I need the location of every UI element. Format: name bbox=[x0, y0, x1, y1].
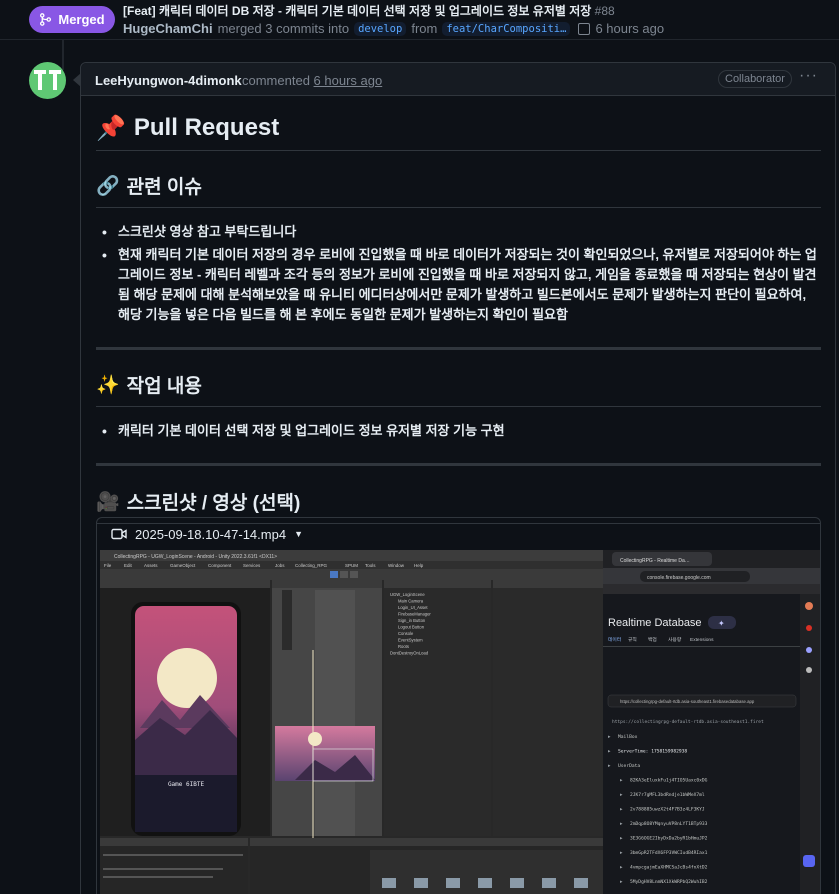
pushpin-icon: 📌 bbox=[96, 114, 126, 142]
db-row: UserData bbox=[618, 763, 640, 769]
pr-title-text[interactable]: [Feat] 캐릭터 데이터 DB 저장 - 캐릭터 기본 데이터 선택 저장 … bbox=[123, 4, 591, 18]
db-row: ServerTime: 1758159982938 bbox=[618, 749, 687, 755]
video-header[interactable]: 2025-09-18.10-47-14.mp4 ▼ bbox=[97, 518, 820, 550]
comment-author[interactable]: LeeHyungwon-4dimonk bbox=[95, 73, 242, 88]
work-heading-text: 작업 내용 bbox=[126, 376, 202, 397]
head-branch[interactable]: feat/CharCompositi… bbox=[442, 21, 571, 36]
sparkle-icon: ✦ bbox=[718, 619, 725, 628]
video-screenshot: CollectingRPG - UGW_LoginScene - Android… bbox=[100, 550, 820, 894]
video-icon bbox=[111, 528, 127, 540]
hierarchy-item: Roots bbox=[398, 644, 409, 649]
screenshot-heading-text: 스크린샷 / 영상 (선택) bbox=[126, 493, 301, 514]
pr-number: #88 bbox=[594, 4, 615, 18]
db-row: 2mDqp8O8YMqnyuVP8nLYT1BTp933 bbox=[630, 821, 708, 827]
hierarchy-item: UGW_LoginScene bbox=[390, 592, 425, 597]
issue-list: 스크린샷 영상 참고 부탁드립니다 현재 캐릭터 기본 데이터 저장의 경우 로… bbox=[96, 222, 821, 325]
editor-menu-item: Collecting_RPG bbox=[295, 563, 328, 568]
db-tab: 데이터 bbox=[608, 636, 621, 643]
hierarchy-item: Logout Button bbox=[398, 625, 425, 630]
hierarchy-item: Console bbox=[398, 631, 414, 636]
hierarchy-item: Sign_in Button bbox=[398, 618, 426, 623]
editor-menu-item: Help bbox=[414, 563, 424, 568]
hierarchy-item: EventSystem bbox=[398, 638, 423, 643]
page-title: 📌 Pull Request bbox=[96, 114, 821, 151]
issue-heading: 🔗 관련 이슈 bbox=[96, 172, 821, 208]
db-row: MailBox bbox=[618, 734, 638, 740]
timeline-line bbox=[62, 40, 64, 70]
merged-label: Merged bbox=[58, 12, 105, 27]
merged-status-badge: Merged bbox=[29, 6, 115, 33]
pr-header: Merged [Feat] 캐릭터 데이터 DB 저장 - 캐릭터 기본 데이터… bbox=[0, 0, 839, 40]
pr-merge-summary: HugeChamChi merged 3 commits into develo… bbox=[123, 21, 664, 36]
browser-tab-title: CollectingRPG - Realtime Da… bbox=[620, 558, 690, 564]
db-root-url: https://collectingrpg-default-rtdb.asia-… bbox=[612, 719, 764, 725]
comment-time[interactable]: 6 hours ago bbox=[314, 73, 383, 88]
db-row: 2JK7r7gMFL3bdRndje1bWMeX7ml bbox=[630, 792, 705, 798]
collaborator-badge: Collaborator bbox=[718, 70, 792, 88]
editor-menu-item: Services bbox=[243, 563, 261, 568]
game-title-text: Game 6IBTE bbox=[168, 781, 205, 788]
hierarchy-item: Login_UI_Asset bbox=[398, 605, 428, 610]
pr-title[interactable]: [Feat] 캐릭터 데이터 DB 저장 - 캐릭터 기본 데이터 선택 저장 … bbox=[123, 2, 615, 19]
editor-menu-item: SPUM bbox=[345, 563, 358, 568]
list-item: 캐릭터 기본 데이터 선택 저장 및 업그레이드 정보 유저별 저장 기능 구현 bbox=[96, 421, 821, 441]
db-row: 2v788885uwzX2t4F7B3z4LF3KYJ bbox=[630, 807, 705, 813]
video-attachment[interactable]: 2025-09-18.10-47-14.mp4 ▼ CollectingRPG … bbox=[96, 517, 821, 894]
editor-menu-item: Component bbox=[208, 563, 232, 568]
commented-text: commented bbox=[242, 73, 310, 88]
editor-menu-item: File bbox=[104, 563, 112, 568]
db-row: 3bmGpR2TFdX6FP3VWCIudB4RIax1 bbox=[630, 850, 708, 856]
editor-menu-item: Assets bbox=[144, 563, 158, 568]
copy-icon[interactable] bbox=[578, 22, 591, 35]
hierarchy-item: DontDestroyOnLoad bbox=[390, 651, 429, 656]
db-tab: 백업 bbox=[648, 636, 657, 643]
base-branch[interactable]: develop bbox=[354, 21, 407, 36]
merge-time[interactable]: 6 hours ago bbox=[595, 21, 664, 36]
work-heading: ✨ 작업 내용 bbox=[96, 371, 821, 407]
from-text: from bbox=[411, 21, 438, 36]
avatar[interactable] bbox=[29, 62, 66, 99]
db-tab: 사용량 bbox=[668, 636, 682, 643]
comment-body: 📌 Pull Request 🔗 관련 이슈 스크린샷 영상 참고 부탁드립니다… bbox=[96, 96, 821, 524]
merged-text: merged 3 commits into bbox=[217, 21, 350, 36]
merger-link[interactable]: HugeChamChi bbox=[123, 21, 213, 36]
merge-icon bbox=[40, 13, 52, 26]
comment-box: LeeHyungwon-4dimonk commented 6 hours ag… bbox=[73, 62, 836, 894]
video-frame[interactable]: CollectingRPG - UGW_LoginScene - Android… bbox=[100, 550, 820, 894]
list-item: 스크린샷 영상 참고 부탁드립니다 bbox=[96, 222, 821, 242]
editor-menu-item: GameObject bbox=[170, 563, 196, 568]
editor-menu-item: Edit bbox=[124, 563, 133, 568]
dropdown-icon[interactable]: ▼ bbox=[294, 529, 303, 539]
divider bbox=[96, 347, 821, 350]
link-icon: 🔗 bbox=[96, 175, 120, 197]
browser-url: console.firebase.google.com bbox=[647, 575, 711, 581]
list-item: 현재 캐릭터 기본 데이터 저장의 경우 로비에 진입했을 때 바로 데이터가 … bbox=[96, 245, 821, 325]
work-list: 캐릭터 기본 데이터 선택 저장 및 업그레이드 정보 유저별 저장 기능 구현 bbox=[96, 421, 821, 441]
comment-meta: commented 6 hours ago bbox=[242, 73, 382, 88]
db-tab: 규칙 bbox=[628, 636, 637, 643]
db-row: 4vmpcgajmEaXHMCSaJcBs4fnXtD2 bbox=[630, 865, 708, 871]
db-row: 5MyDgHV8LnmNX1XkWRPbQ2WuhIB2 bbox=[630, 879, 708, 885]
video-camera-icon: 🎥 bbox=[96, 491, 120, 513]
hierarchy-item: Main Camera bbox=[398, 599, 424, 604]
divider bbox=[96, 463, 821, 466]
video-filename[interactable]: 2025-09-18.10-47-14.mp4 bbox=[135, 527, 286, 542]
page-title-text: Pull Request bbox=[133, 114, 280, 141]
comment-header: LeeHyungwon-4dimonk commented 6 hours ag… bbox=[73, 63, 835, 96]
kebab-menu-icon[interactable]: ··· bbox=[799, 67, 818, 85]
editor-menu-item: Window bbox=[388, 563, 405, 568]
editor-title: CollectingRPG - UGW_LoginScene - Android… bbox=[114, 554, 277, 560]
issue-heading-text: 관련 이슈 bbox=[126, 177, 202, 198]
sparkles-icon: ✨ bbox=[96, 374, 120, 396]
db-url: https://collectingrpg-default-rtdb.asia-… bbox=[620, 699, 755, 704]
db-title: Realtime Database bbox=[608, 617, 702, 629]
editor-menu-item: Tools bbox=[365, 563, 376, 568]
db-tab: Extensions bbox=[690, 637, 714, 643]
db-row: 82KA3eEluxkFu1j4TIO5Uaxc0xDG bbox=[630, 778, 708, 784]
hierarchy-item: FirebaseManager bbox=[398, 612, 431, 617]
editor-menu-item: Jobs bbox=[275, 563, 285, 568]
db-row: 3E3G6OGE2IbyDxDa2byR1bHmuJP2 bbox=[630, 836, 708, 842]
